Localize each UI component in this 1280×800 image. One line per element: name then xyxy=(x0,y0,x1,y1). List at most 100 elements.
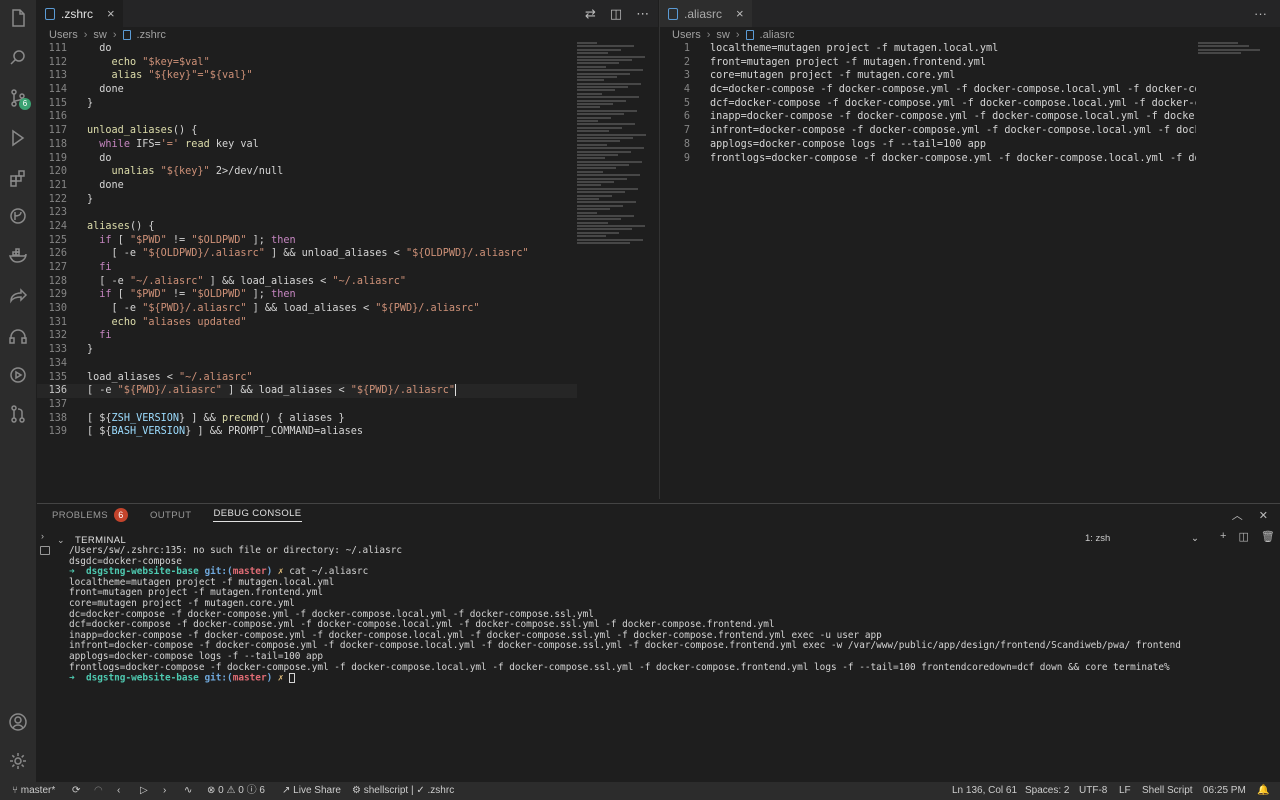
code-line: 130 [ -e "${PWD}/.aliasrc" ] && load_ali… xyxy=(37,302,577,316)
trash-icon[interactable]: 🗑 xyxy=(1261,530,1275,546)
code-token: "${key}" xyxy=(160,166,210,178)
prompt-command: cat ~/.aliasrc xyxy=(283,566,369,578)
code-token: "${PWD}/.aliasrc" xyxy=(350,385,456,397)
line-number: 129 xyxy=(48,289,67,301)
live-share-button[interactable]: ↗ Live Share xyxy=(282,782,341,800)
close-icon[interactable]: × xyxy=(736,6,744,21)
breadcrumb-item[interactable]: sw xyxy=(93,29,106,41)
tab-zshrc[interactable]: .zshrc × xyxy=(37,0,123,27)
breadcrumb-item[interactable]: sw xyxy=(716,29,729,41)
close-panel-icon[interactable]: ✕ xyxy=(1259,509,1268,522)
breadcrumb-item[interactable]: Users xyxy=(49,29,78,41)
code-token: } xyxy=(87,344,94,356)
cursor-position[interactable]: Ln 136, Col 61 xyxy=(952,782,1017,800)
code-token: frontlogs=docker-compose -f docker-compo… xyxy=(710,152,1196,164)
code-token: ] && load_aliases < xyxy=(203,275,333,287)
line-number: 8 xyxy=(683,138,690,150)
run-icon[interactable] xyxy=(0,357,36,393)
compare-changes-icon[interactable]: ⇄ xyxy=(585,6,596,22)
code-line: 120 unalias "${key}" 2>/dev/null xyxy=(37,165,577,179)
breadcrumb-item[interactable]: Users xyxy=(672,29,701,41)
terminal-select-value: 1: zsh xyxy=(1085,532,1111,544)
code-line: 8 applogs=docker-compose logs -f --tail=1… xyxy=(660,138,1196,152)
run-debug-icon[interactable] xyxy=(0,120,36,156)
indentation[interactable]: Spaces: 2 xyxy=(1025,782,1069,800)
code-token: ]; xyxy=(246,234,272,246)
shellcheck-indicator[interactable]: ⚙ shellscript | ✓ .zshrc xyxy=(352,782,454,800)
minimap-line xyxy=(1198,48,1260,51)
headphones-icon[interactable]: ◠ xyxy=(94,782,103,800)
terminal-title[interactable]: TERMINAL xyxy=(75,535,126,546)
source-control-icon[interactable]: 6 xyxy=(0,80,36,116)
chevron-right-icon[interactable]: › xyxy=(163,782,166,800)
breadcrumb-item[interactable]: .zshrc xyxy=(137,29,166,41)
code-token: "${PWD}/.aliasrc" xyxy=(375,303,480,315)
split-editor-icon[interactable]: ◫ xyxy=(610,6,622,22)
new-terminal-icon[interactable]: + xyxy=(1220,530,1226,546)
code-token: () { xyxy=(129,220,155,232)
code-line: 124 aliases() { xyxy=(37,220,577,234)
code-token: fi xyxy=(99,330,112,342)
live-share-label: Live Share xyxy=(293,785,341,796)
chevron-left-icon[interactable]: ‹ xyxy=(117,782,120,800)
minimap-line xyxy=(577,86,628,89)
headphones-icon[interactable] xyxy=(0,318,36,354)
breadcrumb-item[interactable]: .aliasrc xyxy=(760,29,795,41)
more-actions-icon[interactable]: ··· xyxy=(1254,6,1267,21)
pull-request-icon[interactable] xyxy=(0,396,36,432)
tab-aliasrc[interactable]: .aliasrc × xyxy=(660,0,752,27)
code-token: } xyxy=(87,193,94,205)
file-icon xyxy=(122,30,131,40)
tab-debug-console[interactable]: DEBUG CONSOLE xyxy=(213,508,302,522)
file-icon xyxy=(668,7,678,20)
terminal-select[interactable]: 1: zsh ⌄ xyxy=(1081,530,1203,546)
code-token: dc=docker-compose -f docker-compose.yml … xyxy=(710,84,1196,96)
bottom-panel: PROBLEMS 6 OUTPUT DEBUG CONSOLE ︿ ✕ › ⌄ … xyxy=(37,503,1280,782)
minimap-line xyxy=(577,208,610,211)
pulse-icon[interactable]: ∿ xyxy=(184,782,192,800)
tab-output[interactable]: OUTPUT xyxy=(150,510,191,521)
more-actions-icon[interactable]: ⋯ xyxy=(636,6,649,22)
minimap-line xyxy=(577,42,597,44)
branch-label: master* xyxy=(20,785,56,796)
branch-indicator[interactable]: ⑂ master* xyxy=(12,782,55,800)
language-mode[interactable]: Shell Script xyxy=(1142,782,1193,800)
search-icon[interactable] xyxy=(0,40,36,76)
line-number: 116 xyxy=(48,111,67,123)
live-share-icon[interactable] xyxy=(0,278,36,314)
line-ending[interactable]: LF xyxy=(1119,782,1131,800)
gear-icon[interactable] xyxy=(0,743,36,779)
minimap[interactable] xyxy=(1198,42,1270,56)
problems-indicator[interactable]: ⊗ 0 ⚠ 0 ⓘ 6 xyxy=(207,782,265,800)
files-icon[interactable] xyxy=(0,0,36,36)
git-graph-icon[interactable] xyxy=(0,198,36,234)
code-token: "$OLDPWD" xyxy=(191,234,247,246)
bell-icon[interactable]: 🔔 xyxy=(1257,782,1269,800)
docker-icon[interactable] xyxy=(0,238,36,274)
split-terminal-icon[interactable]: ◫ xyxy=(1238,530,1248,546)
account-icon[interactable] xyxy=(0,704,36,740)
code-token: "~/.aliasrc" xyxy=(179,371,253,383)
close-icon[interactable]: × xyxy=(107,6,115,21)
chevron-down-icon[interactable]: ⌄ xyxy=(57,535,65,546)
code-editor[interactable]: 111 do 112 echo "$key=$val" 113 alias "${k… xyxy=(37,42,577,439)
play-icon[interactable]: ▷ xyxy=(140,782,148,800)
prompt-dir: dsgstng-website-base xyxy=(85,566,199,578)
minimap[interactable] xyxy=(577,42,649,262)
tab-problems[interactable]: PROBLEMS 6 xyxy=(52,508,128,522)
maximize-panel-icon[interactable]: ︿ xyxy=(1232,507,1243,523)
line-number: 137 xyxy=(48,398,67,410)
sync-icon[interactable]: ⟳ xyxy=(72,782,80,800)
left-editor-group: .zshrc × ⇄ ◫ ⋯ Users › sw › .zshrc 111 d… xyxy=(37,0,658,499)
breadcrumb: Users › sw › .zshrc xyxy=(49,28,166,42)
code-editor[interactable]: 1 localtheme=mutagen project -f mutagen.l… xyxy=(660,42,1196,165)
encoding[interactable]: UTF-8 xyxy=(1079,782,1107,800)
right-tabbar: .aliasrc × ··· xyxy=(660,0,1280,27)
editor-actions: ⇄ ◫ ⋯ xyxy=(585,0,649,27)
terminal-output[interactable]: /Users/sw/.zshrc:135: no such file or di… xyxy=(69,545,1181,684)
extensions-icon[interactable] xyxy=(0,160,36,196)
code-token: [ ${ xyxy=(87,426,112,438)
